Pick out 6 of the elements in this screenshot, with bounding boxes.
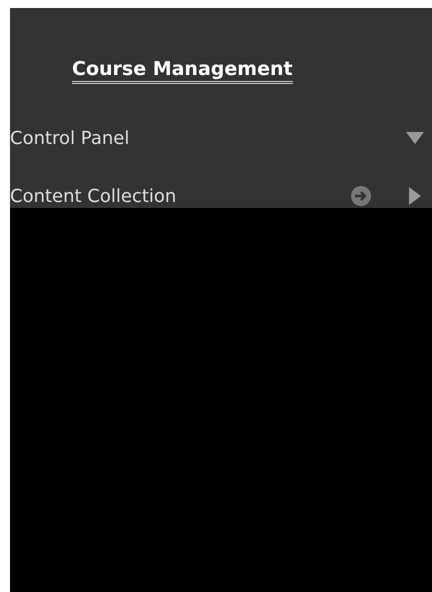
caret-down-icon[interactable] — [406, 132, 424, 144]
caret-right-icon[interactable] — [409, 187, 421, 205]
arrow-circle-icon[interactable] — [350, 185, 372, 207]
menu-item[interactable]: Content Collection — [10, 186, 350, 206]
menu-title: Course Management — [72, 58, 293, 84]
menu-item[interactable]: Control Panel — [10, 128, 406, 148]
